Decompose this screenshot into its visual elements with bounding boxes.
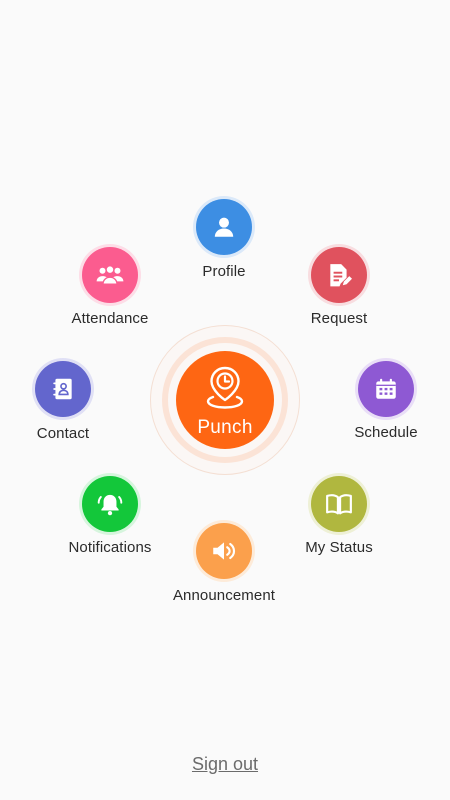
person-icon xyxy=(214,217,234,237)
announcement-label: Announcement xyxy=(172,587,276,604)
notifications-icon-circle[interactable] xyxy=(82,476,138,532)
profile-icon-circle[interactable] xyxy=(196,199,252,255)
my-status-icon-circle[interactable] xyxy=(311,476,367,532)
contact-icon-circle[interactable] xyxy=(35,361,91,417)
document-edit-icon xyxy=(330,264,352,287)
bell-icon xyxy=(97,494,123,516)
home-screen: Profile Request Schedule My Status Annou… xyxy=(0,0,450,800)
punch-widget: Punch xyxy=(150,325,300,475)
book-icon xyxy=(326,494,352,515)
attendance-icon-circle[interactable] xyxy=(82,247,138,303)
sign-out-link[interactable]: Sign out xyxy=(150,754,300,775)
request-label: Request xyxy=(310,310,368,327)
attendance-label: Attendance xyxy=(71,310,149,327)
profile-label: Profile xyxy=(202,263,246,280)
schedule-label: Schedule xyxy=(354,424,418,441)
punch-label: Punch xyxy=(197,417,253,438)
announcement-icon-circle[interactable] xyxy=(196,523,252,579)
schedule-icon-circle[interactable] xyxy=(358,361,414,417)
request-icon-circle[interactable] xyxy=(311,247,367,303)
notifications-label: Notifications xyxy=(68,539,152,556)
speaker-icon xyxy=(213,542,236,560)
calendar-icon xyxy=(376,378,396,399)
my-status-label: My Status xyxy=(305,539,373,556)
group-icon xyxy=(96,265,124,285)
location-clock-icon xyxy=(206,366,244,409)
contact-book-icon xyxy=(53,378,72,400)
punch-button[interactable]: Punch xyxy=(176,351,274,449)
contact-label: Contact xyxy=(36,425,90,442)
